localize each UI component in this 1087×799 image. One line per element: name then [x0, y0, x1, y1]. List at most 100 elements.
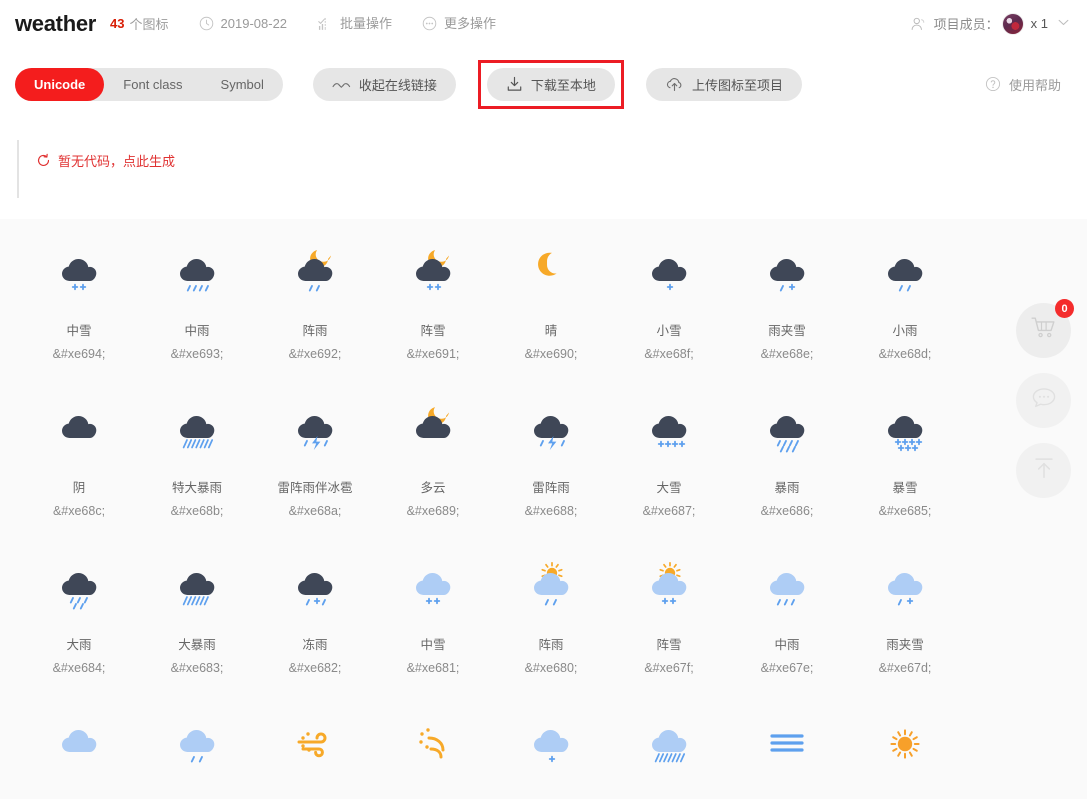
- back-to-top-icon: [1030, 454, 1058, 487]
- project-members-label: 项目成员：: [933, 17, 999, 32]
- icon-cell[interactable]: [846, 708, 964, 799]
- icon-name: 中雨: [184, 324, 210, 338]
- download-to-local-label: 下载至本地: [530, 77, 596, 93]
- avatar[interactable]: [1001, 12, 1024, 35]
- back-to-top-fab[interactable]: [1016, 443, 1071, 498]
- icon-cell[interactable]: 暴雨 &#xe686;: [728, 394, 846, 551]
- icon-unicode-code: &#xe681;: [406, 660, 460, 675]
- chevron-down-icon[interactable]: [1058, 18, 1069, 29]
- icon-cell[interactable]: [374, 708, 492, 799]
- icon-cell[interactable]: [728, 708, 846, 799]
- icon-cell[interactable]: 雨夹雪 &#xe67d;: [846, 551, 964, 708]
- icon-name: 大雨: [66, 638, 92, 652]
- icon-cell[interactable]: 阵雪 &#xe67f;: [610, 551, 728, 708]
- icon-cell[interactable]: 小雪 &#xe68f;: [610, 237, 728, 394]
- cloud-sleet-dark-icon: [728, 237, 846, 305]
- tab-unicode[interactable]: Unicode: [15, 67, 105, 101]
- icon-cell[interactable]: [610, 708, 728, 799]
- icon-unicode-code: &#xe67e;: [760, 660, 814, 675]
- icon-unicode-code: &#xe68e;: [760, 346, 814, 361]
- icon-cell[interactable]: 晴 &#xe690;: [492, 237, 610, 394]
- icon-cell[interactable]: 大暴雨 &#xe683;: [138, 551, 256, 708]
- icon-cell[interactable]: 雷阵雨 &#xe688;: [492, 394, 610, 551]
- icon-cell[interactable]: 中雨 &#xe67e;: [728, 551, 846, 708]
- icon-cell[interactable]: 暴雪 &#xe685;: [846, 394, 964, 551]
- cloud-freezing-rain-dark-icon: [256, 551, 374, 619]
- icon-grid: 中雪 &#xe694; 中雨 &#xe693; 阵雨 &#xe692; 阵雪 &#xe691;…: [20, 219, 1087, 799]
- cloud-sun-rain-light-icon: [492, 551, 610, 619]
- cloud-rain-medium-dark-icon: [138, 237, 256, 305]
- icon-cell[interactable]: 中雪 &#xe681;: [374, 551, 492, 708]
- icon-grid-container: 中雪 &#xe694; 中雨 &#xe693; 阵雨 &#xe692; 阵雪 &#xe691;…: [0, 219, 1087, 799]
- cloud-moon-snow-dark-icon: [374, 237, 492, 305]
- icon-cell[interactable]: [492, 708, 610, 799]
- icon-cell[interactable]: 大雨 &#xe684;: [20, 551, 138, 708]
- download-to-local-button[interactable]: 下载至本地: [486, 67, 615, 101]
- icon-cell[interactable]: 小雨 &#xe68d;: [846, 237, 964, 394]
- icon-name: 中雪: [420, 638, 446, 652]
- cart-fab[interactable]: 0: [1016, 299, 1074, 358]
- sun-icon: [846, 708, 964, 776]
- icon-unicode-code: &#xe688;: [524, 503, 578, 518]
- icon-unicode-code: &#xe68f;: [644, 346, 694, 361]
- icon-cell[interactable]: 中雪 &#xe694;: [20, 237, 138, 394]
- cloud-moon-rain-dark-icon: [256, 237, 374, 305]
- feedback-fab[interactable]: [1016, 373, 1071, 428]
- icon-cell[interactable]: 阵雨 &#xe680;: [492, 551, 610, 708]
- icon-cell[interactable]: 冻雨 &#xe682;: [256, 551, 374, 708]
- icon-cell[interactable]: 雨夹雪 &#xe68e;: [728, 237, 846, 394]
- icon-cell[interactable]: [256, 708, 374, 799]
- icon-unicode-code: &#xe694;: [52, 346, 106, 361]
- comment-icon: [1030, 385, 1058, 416]
- icon-unicode-code: &#xe684;: [52, 660, 106, 675]
- icon-cell[interactable]: 阴 &#xe68c;: [20, 394, 138, 551]
- generate-code-link[interactable]: 暂无代码，点此生成: [36, 151, 175, 170]
- code-panel-divider: [17, 140, 19, 198]
- cloud-rain-storm-dark-icon: [728, 394, 846, 462]
- icon-unicode-code: &#xe691;: [406, 346, 460, 361]
- batch-action-button[interactable]: 批量操作: [317, 16, 392, 32]
- cloud-moon-dark-icon: [374, 394, 492, 462]
- usage-help-button[interactable]: 使用帮助: [985, 75, 1061, 94]
- clock-icon: [199, 16, 214, 31]
- icon-name: 大雪: [656, 481, 682, 495]
- collapse-online-link-label: 收起在线链接: [358, 77, 437, 93]
- icon-cell[interactable]: 多云 &#xe689;: [374, 394, 492, 551]
- icon-cell[interactable]: 中雨 &#xe693;: [138, 237, 256, 394]
- icon-name: 中雨: [774, 638, 800, 652]
- usage-help-label: 使用帮助: [1008, 77, 1061, 93]
- icon-unicode-code: &#xe680;: [524, 660, 578, 675]
- icon-unicode-code: &#xe67f;: [644, 660, 694, 675]
- icon-cell[interactable]: 阵雪 &#xe691;: [374, 237, 492, 394]
- more-action-button[interactable]: 更多操作: [422, 16, 496, 31]
- project-members[interactable]: 项目成员： x 1: [910, 12, 1069, 35]
- page-header: weather 43 个图标 2019-08-22 批量操作 更多操作 项目成员…: [0, 0, 1087, 48]
- cloud-rain-heavy-dark-icon: [20, 551, 138, 619]
- upload-icon-to-project-button[interactable]: 上传图标至项目: [645, 67, 802, 101]
- icon-unicode-code: &#xe683;: [170, 660, 224, 675]
- icon-count-label: 个图标: [129, 17, 169, 32]
- user-group-icon: [910, 16, 926, 32]
- collapse-online-link-button[interactable]: 收起在线链接: [312, 67, 456, 101]
- icon-cell[interactable]: 特大暴雨 &#xe68b;: [138, 394, 256, 551]
- haze-lines-icon: [728, 708, 846, 776]
- icon-name: 雨夹雪: [886, 638, 924, 652]
- icon-name: 雨夹雪: [768, 324, 806, 338]
- icon-cell[interactable]: 阵雨 &#xe692;: [256, 237, 374, 394]
- tab-font-class[interactable]: Font class: [104, 68, 201, 101]
- more-dots-circle-icon: [422, 16, 437, 31]
- refresh-icon: [36, 153, 51, 168]
- link-collapse-icon: [332, 78, 351, 91]
- icon-cell[interactable]: [138, 708, 256, 799]
- icon-cell[interactable]: 雷阵雨伴冰雹 &#xe68a;: [256, 394, 374, 551]
- icon-unicode-code: &#xe687;: [642, 503, 696, 518]
- icon-cell[interactable]: [20, 708, 138, 799]
- icon-name: 冻雨: [302, 638, 328, 652]
- icon-name: 阵雪: [420, 324, 446, 338]
- icon-name: 晴: [544, 324, 558, 338]
- project-title: weather: [15, 10, 97, 36]
- members-count: x 1: [1030, 16, 1048, 31]
- icon-cell[interactable]: 大雪 &#xe687;: [610, 394, 728, 551]
- tab-symbol[interactable]: Symbol: [202, 68, 283, 101]
- cloud-rain-extreme-dark-icon: [138, 394, 256, 462]
